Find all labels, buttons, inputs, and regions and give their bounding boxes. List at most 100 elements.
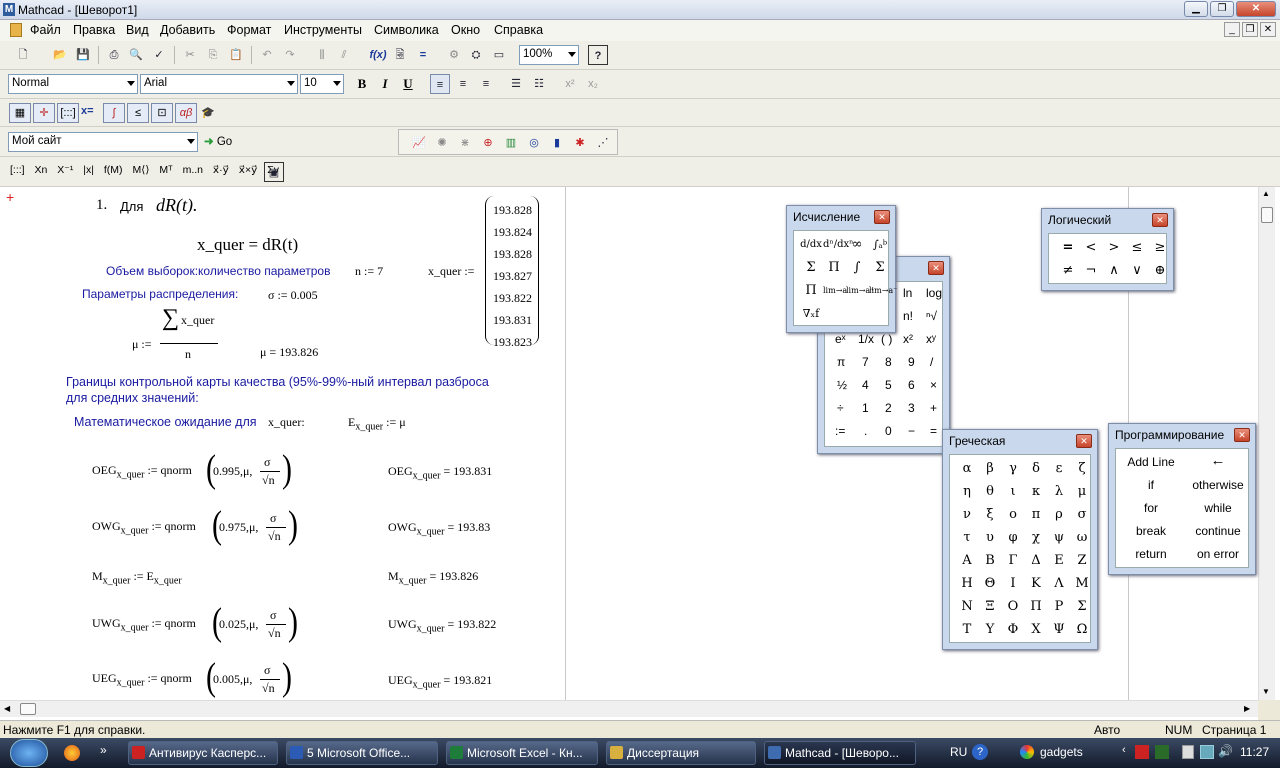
greek-letter-button[interactable]: υ (979, 527, 1001, 549)
greek-letter-button[interactable]: β (979, 458, 1001, 480)
vectorize-button[interactable]: f(M) (104, 164, 123, 176)
contour-plot-icon[interactable]: ⊕ (478, 133, 498, 153)
greek-letter-button[interactable]: μ (1071, 481, 1093, 503)
print-icon[interactable]: ⎙ (104, 45, 124, 65)
calc-7[interactable]: 7 (862, 355, 869, 369)
calculate-icon[interactable]: = (413, 45, 433, 65)
matrix-toolbar-button[interactable]: [:::] (57, 103, 79, 123)
save-icon[interactable]: 💾 (73, 45, 93, 65)
worksheet-page[interactable]: + 1. Для dR(t). x_quer = dR(t) Объем выб… (0, 187, 566, 700)
style-select[interactable]: Normal (8, 74, 138, 94)
otherwise-button[interactable]: otherwise (1188, 478, 1248, 492)
align-top-icon[interactable]: ⫼ (312, 45, 332, 65)
calc-assign[interactable]: := (835, 424, 845, 438)
local-assign-button[interactable]: ← (1188, 452, 1248, 469)
calc-nth-root[interactable]: ⁿ√ (926, 309, 937, 323)
xy-plot-icon[interactable]: 📈 (409, 133, 429, 153)
calc-1[interactable]: 1 (862, 401, 869, 415)
calc-log[interactable]: log (926, 286, 942, 300)
calc-3[interactable]: 3 (908, 401, 915, 415)
align-center-icon[interactable]: ≡ (453, 74, 473, 94)
calc-dot[interactable]: . (864, 424, 867, 438)
greek-letter-button[interactable]: ε (1048, 458, 1070, 480)
greek-letter-button[interactable]: Λ (1048, 573, 1070, 595)
greek-letter-button[interactable]: ι (1002, 481, 1024, 503)
logic-geq[interactable]: ≥ (1149, 237, 1171, 259)
greek-letter-button[interactable]: γ (1002, 458, 1024, 480)
greek-letter-button[interactable]: Π (1025, 596, 1047, 618)
calc-reciprocal[interactable]: 1/x (858, 332, 874, 346)
right-limit-button[interactable]: lim→a⁺ (846, 280, 874, 302)
scroll-up-arrow[interactable]: ▲ (1262, 189, 1270, 198)
paste-icon[interactable]: 📋 (226, 45, 246, 65)
numbering-icon[interactable]: ☷ (529, 74, 549, 94)
menu-symbolics[interactable]: Символика (374, 23, 439, 37)
greek-letter-button[interactable]: Ξ (979, 596, 1001, 618)
greek-letter-button[interactable]: Ι (1002, 573, 1024, 595)
return-button[interactable]: return (1124, 547, 1178, 561)
menu-file[interactable]: Файл (30, 23, 61, 37)
owg-result[interactable]: OWGx_quer = 193.83 (388, 520, 490, 537)
calc-div-sign[interactable]: ÷ (837, 401, 844, 415)
infinity-button[interactable]: ∞ (846, 234, 868, 256)
taskbar-mathcad[interactable]: Mathcad - [Шеворо... (764, 741, 916, 765)
greek-letter-button[interactable]: Ρ (1048, 596, 1070, 618)
scroll-right-arrow[interactable]: ▶ (1244, 704, 1250, 713)
scroll-left-arrow[interactable]: ◀ (4, 704, 10, 713)
mu-lhs[interactable]: μ := (132, 337, 152, 352)
greek-letter-button[interactable]: Κ (1025, 573, 1047, 595)
greek-letter-button[interactable]: θ (979, 481, 1001, 503)
volume-icon[interactable]: 🔊 (1218, 744, 1233, 758)
help-icon[interactable]: ? (588, 45, 608, 65)
hscroll-thumb[interactable] (20, 703, 36, 715)
doc-close-button[interactable]: ✕ (1260, 22, 1276, 37)
greek-letter-button[interactable]: ρ (1048, 504, 1070, 526)
menu-view[interactable]: Вид (126, 23, 149, 37)
bar3d-plot-icon[interactable]: ▮ (547, 133, 567, 153)
tray-app-icon[interactable] (1155, 745, 1169, 759)
calc-pi[interactable]: π (837, 355, 845, 369)
print-preview-icon[interactable]: 🔍 (126, 45, 146, 65)
superscript-icon[interactable]: x² (560, 74, 580, 94)
tray-expand-icon[interactable]: ‹ (1122, 744, 1126, 756)
continue-button[interactable]: continue (1188, 524, 1248, 538)
doc-restore-button[interactable]: ❐ (1242, 22, 1258, 37)
greek-letter-button[interactable]: Μ (1071, 573, 1093, 595)
greek-letter-button[interactable]: Γ (1002, 550, 1024, 572)
calc-fraction[interactable]: ½ (837, 378, 847, 392)
add-line-button[interactable]: Add Line (1124, 455, 1178, 469)
menu-edit[interactable]: Правка (73, 23, 115, 37)
n-definition[interactable]: n := 7 (355, 264, 383, 279)
xquer-assignment[interactable]: x_quer := (428, 264, 474, 279)
programming-toolbar-button[interactable]: ⊡ (151, 103, 173, 123)
underline-button[interactable]: U (398, 74, 418, 94)
calculator-close-button[interactable]: ✕ (928, 261, 944, 275)
safely-remove-icon[interactable] (1182, 745, 1194, 759)
owg-definition[interactable]: OWGx_quer := qnorm ( 0.975,μ, σ √n ) (92, 504, 312, 551)
zoom-select[interactable]: 100% (519, 45, 579, 65)
menu-window[interactable]: Окно (451, 23, 480, 37)
calc-factorial[interactable]: n! (903, 309, 913, 323)
go-button[interactable]: ➜ Go (204, 132, 232, 152)
greek-letter-button[interactable]: τ (956, 527, 978, 549)
dot-product-button[interactable]: x⃗·y⃗ (213, 164, 229, 176)
range-sum-button[interactable]: Σ (800, 257, 822, 279)
logic-or[interactable]: ∨ (1126, 260, 1148, 282)
align-down-icon[interactable]: ⫽ (334, 45, 354, 65)
language-indicator[interactable]: RU (950, 745, 967, 759)
graph-toolbar-button[interactable]: ✛ (33, 103, 55, 123)
symbolic-toolbar-icon[interactable]: 🎓 (198, 103, 218, 123)
calculus-toolbar-button[interactable]: ∫ (103, 103, 125, 123)
polar-plot-icon[interactable]: ✺ (432, 133, 452, 153)
greek-letter-button[interactable]: Ω (1071, 619, 1093, 641)
ueg-result[interactable]: UEGx_quer = 193.821 (388, 673, 492, 690)
column-button[interactable]: M⟨⟩ (132, 164, 149, 176)
greek-letter-button[interactable]: ζ (1071, 458, 1093, 480)
bullets-icon[interactable]: ☰ (506, 74, 526, 94)
scroll-thumb[interactable] (1261, 207, 1273, 223)
product-button[interactable]: Π (800, 280, 822, 302)
new-icon[interactable]: 🗋 (13, 45, 33, 65)
break-button[interactable]: break (1124, 524, 1178, 538)
taskbar-office[interactable]: 5 Microsoft Office... (286, 741, 438, 765)
logic-not[interactable]: ¬ (1080, 260, 1102, 282)
